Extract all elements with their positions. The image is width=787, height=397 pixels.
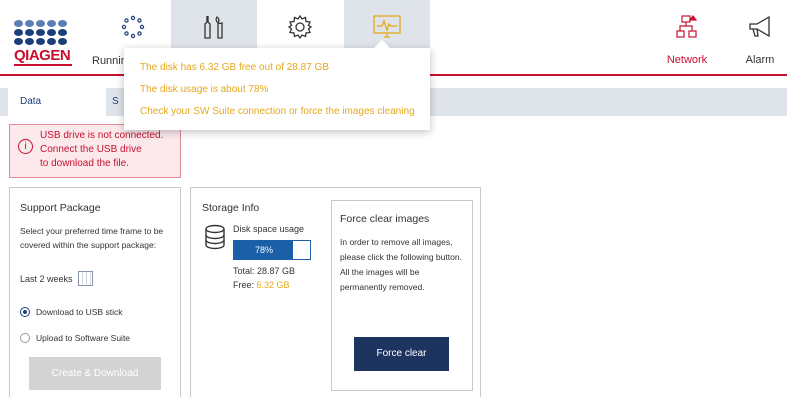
disk-usage-label: Disk space usage bbox=[233, 224, 305, 234]
tooltip-line-advice: Check your SW Suite connection or force … bbox=[140, 106, 415, 117]
tooltip-line-free: The disk has 6.32 GB free out of 28.87 G… bbox=[140, 62, 329, 73]
usb-alert-line-3: to download the file. bbox=[40, 158, 129, 169]
info-circle-icon: i bbox=[18, 139, 33, 154]
gear-icon bbox=[287, 14, 313, 40]
storage-info-title: Storage Info bbox=[202, 202, 260, 214]
qiagen-logo: QIAGEN bbox=[14, 20, 74, 72]
usb-alert: i USB drive is not connected. Connect th… bbox=[9, 124, 181, 178]
tools-icon bbox=[204, 16, 223, 39]
radio-usb-stick[interactable] bbox=[20, 307, 30, 317]
radio-software-suite-label[interactable]: Upload to Software Suite bbox=[36, 333, 130, 343]
nav-running-label: Runnin bbox=[92, 55, 127, 67]
tab-data-management[interactable]: Data Management bbox=[8, 88, 106, 135]
usb-alert-line-2: Connect the USB drive bbox=[40, 144, 142, 155]
calendar-icon[interactable] bbox=[78, 271, 93, 286]
logo-text: QIAGEN bbox=[14, 47, 72, 66]
monitor-icon bbox=[373, 15, 401, 38]
usb-alert-text: USB drive is not connected. Connect the … bbox=[40, 129, 163, 171]
nav-alarm-label: Alarm bbox=[745, 54, 775, 66]
nav-network[interactable]: Network bbox=[644, 0, 730, 74]
disk-usage-bar: 78% bbox=[233, 240, 311, 260]
support-package-title: Support Package bbox=[20, 202, 101, 214]
radio-usb-stick-label[interactable]: Download to USB stick bbox=[36, 307, 122, 317]
nav-alarm[interactable]: Alarm bbox=[730, 0, 787, 74]
force-clear-title: Force clear images bbox=[340, 213, 430, 225]
support-package-description: Select your preferred time frame to be c… bbox=[20, 226, 164, 250]
disk-usage-tooltip: The disk has 6.32 GB free out of 28.87 G… bbox=[124, 40, 430, 130]
create-download-button[interactable]: Create & Download bbox=[29, 357, 161, 390]
disk-free-value: 6.32 GB bbox=[256, 280, 290, 290]
disk-usage-percent: 78% bbox=[254, 245, 273, 255]
radio-software-suite[interactable] bbox=[20, 333, 30, 343]
nav-network-label: Network bbox=[666, 54, 708, 66]
time-frame-value: Last 2 weeks bbox=[20, 274, 73, 284]
database-icon bbox=[205, 224, 225, 250]
disk-free-prefix: Free: bbox=[233, 280, 257, 290]
support-package-panel: Support Package Select your preferred ti… bbox=[9, 187, 181, 397]
network-icon bbox=[676, 15, 698, 38]
tab-second[interactable]: S bbox=[106, 88, 126, 116]
running-icon bbox=[121, 15, 145, 39]
force-clear-button[interactable]: Force clear bbox=[354, 337, 449, 371]
megaphone-icon bbox=[749, 15, 770, 38]
tooltip-line-usage: The disk usage is about 78% bbox=[140, 84, 269, 95]
force-clear-box: Force clear images In order to remove al… bbox=[331, 200, 473, 391]
usb-alert-line-1: USB drive is not connected. bbox=[40, 130, 164, 141]
storage-info-panel: Storage Info Disk space usage 78% Total:… bbox=[190, 187, 481, 397]
disk-total: Total: 28.87 GB bbox=[233, 266, 296, 276]
disk-free: Free: 6.32 GB bbox=[233, 280, 290, 290]
force-clear-description: In order to remove all images, please cl… bbox=[340, 237, 462, 292]
logo-dots bbox=[14, 20, 74, 45]
